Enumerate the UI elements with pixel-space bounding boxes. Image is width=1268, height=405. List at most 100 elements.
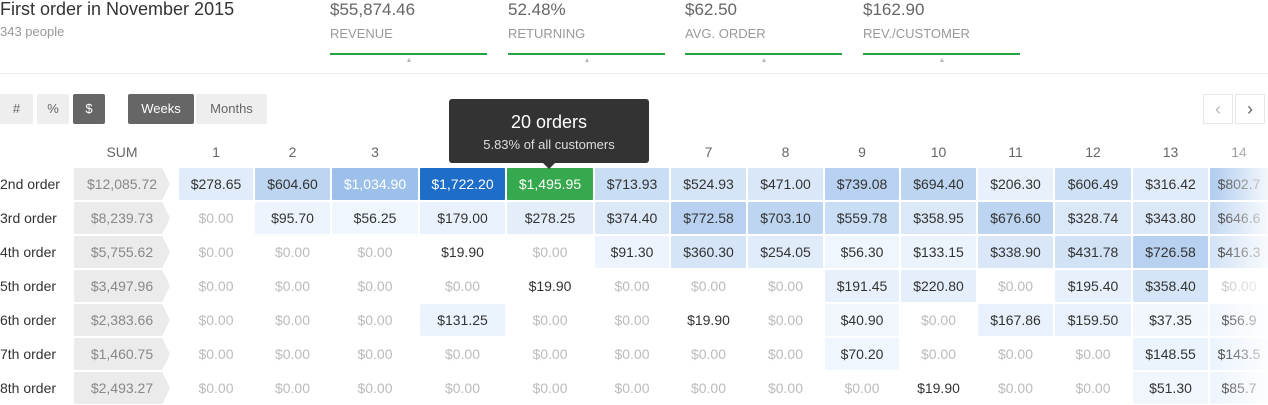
table-cell[interactable]: $1,034.90 [332,168,418,200]
table-cell[interactable]: $191.45 [825,270,899,302]
metric-revenue[interactable]: $55,874.46 REVENUE ▲ [330,0,487,64]
table-cell[interactable]: $772.58 [671,202,746,234]
table-cell[interactable]: $0.00 [255,304,330,336]
metric-returning[interactable]: 52.48% RETURNING ▲ [508,0,665,64]
table-cell[interactable]: $0.00 [507,236,593,268]
table-cell[interactable]: $0.00 [507,338,593,370]
table-cell[interactable]: $524.93 [671,168,746,200]
table-cell[interactable]: $0.00 [255,270,330,302]
table-cell[interactable]: $56.30 [825,236,899,268]
table-cell[interactable]: $0.00 [420,372,505,404]
table-cell[interactable]: $676.60 [978,202,1053,234]
percent-toggle-button[interactable]: % [37,94,69,124]
count-toggle-button[interactable]: # [0,94,33,124]
table-cell[interactable]: $431.78 [1055,236,1131,268]
table-cell[interactable]: $606.49 [1055,168,1131,200]
table-cell[interactable]: $0.00 [179,270,253,302]
table-cell[interactable]: $19.90 [507,270,593,302]
table-cell[interactable]: $416.3 [1210,236,1268,268]
table-cell[interactable]: $0.00 [978,338,1053,370]
table-cell[interactable]: $358.95 [901,202,976,234]
table-cell[interactable]: $95.70 [255,202,330,234]
months-toggle-button[interactable]: Months [196,94,267,124]
table-cell[interactable]: $0.00 [825,372,899,404]
table-cell[interactable]: $328.74 [1055,202,1131,234]
table-cell[interactable]: $0.00 [179,372,253,404]
table-cell[interactable]: $0.00 [671,338,746,370]
table-cell[interactable]: $0.00 [978,372,1053,404]
table-cell[interactable]: $0.00 [901,338,976,370]
table-cell[interactable]: $278.25 [507,202,593,234]
table-cell[interactable]: $131.25 [420,304,505,336]
table-cell[interactable]: $0.00 [595,304,669,336]
table-cell[interactable]: $0.00 [255,236,330,268]
metric-avg-order[interactable]: $62.50 AVG. ORDER ▲ [685,0,842,64]
table-cell[interactable]: $206.30 [978,168,1053,200]
prev-arrow-icon[interactable]: ‹ [1203,94,1233,124]
table-cell[interactable]: $0.00 [420,338,505,370]
next-arrow-icon[interactable]: › [1235,94,1265,124]
table-cell[interactable]: $713.93 [595,168,669,200]
table-cell[interactable]: $0.00 [179,202,253,234]
table-cell[interactable]: $85.7 [1210,372,1268,404]
table-cell[interactable]: $726.58 [1133,236,1208,268]
weeks-toggle-button[interactable]: Weeks [128,94,194,124]
table-cell[interactable]: $0.00 [748,304,823,336]
table-cell[interactable]: $604.60 [255,168,330,200]
table-cell[interactable]: $56.25 [332,202,418,234]
table-cell[interactable]: $802.7 [1210,168,1268,200]
table-cell[interactable]: $1,722.20 [420,168,505,200]
table-cell[interactable]: $70.20 [825,338,899,370]
table-cell[interactable]: $0.00 [748,372,823,404]
table-cell[interactable]: $374.40 [595,202,669,234]
table-cell[interactable]: $0.00 [595,372,669,404]
table-cell[interactable]: $195.40 [1055,270,1131,302]
metric-rev-per-customer[interactable]: $162.90 REV./CUSTOMER ▲ [863,0,1020,64]
table-cell[interactable]: $0.00 [978,270,1053,302]
table-cell[interactable]: $0.00 [255,338,330,370]
table-cell[interactable]: $694.40 [901,168,976,200]
table-cell[interactable]: $358.40 [1133,270,1208,302]
table-cell[interactable]: $133.15 [901,236,976,268]
table-cell[interactable]: $0.00 [179,338,253,370]
table-cell[interactable]: $0.00 [255,372,330,404]
table-cell[interactable]: $0.00 [332,372,418,404]
table-cell[interactable]: $559.78 [825,202,899,234]
table-cell[interactable]: $19.90 [901,372,976,404]
table-cell[interactable]: $0.00 [420,270,505,302]
table-cell[interactable]: $0.00 [507,372,593,404]
table-cell[interactable]: $143.5 [1210,338,1268,370]
table-cell[interactable]: $0.00 [507,304,593,336]
table-cell[interactable]: $0.00 [332,338,418,370]
dollar-toggle-button[interactable]: $ [73,94,105,124]
table-cell[interactable]: $0.00 [901,304,976,336]
table-cell[interactable]: $51.30 [1133,372,1208,404]
table-cell[interactable]: $254.05 [748,236,823,268]
table-cell[interactable]: $0.00 [748,270,823,302]
table-cell[interactable]: $0.00 [332,270,418,302]
table-cell[interactable]: $37.35 [1133,304,1208,336]
table-cell[interactable]: $40.90 [825,304,899,336]
table-cell[interactable]: $19.90 [671,304,746,336]
table-cell[interactable]: $338.90 [978,236,1053,268]
table-cell[interactable]: $739.08 [825,168,899,200]
table-cell[interactable]: $0.00 [1055,338,1131,370]
table-cell[interactable]: $0.00 [179,304,253,336]
table-cell[interactable]: $0.00 [332,236,418,268]
table-cell[interactable]: $220.80 [901,270,976,302]
table-cell[interactable]: $148.55 [1133,338,1208,370]
table-cell[interactable]: $1,495.95 [507,168,593,200]
table-cell[interactable]: $471.00 [748,168,823,200]
table-cell[interactable]: $0.00 [671,270,746,302]
table-cell[interactable]: $0.00 [748,338,823,370]
table-cell[interactable]: $19.90 [420,236,505,268]
table-cell[interactable]: $0.00 [179,236,253,268]
table-cell[interactable]: $0.00 [595,270,669,302]
table-cell[interactable]: $0.00 [1055,372,1131,404]
table-cell[interactable]: $0.00 [595,338,669,370]
table-cell[interactable]: $360.30 [671,236,746,268]
table-cell[interactable]: $0.00 [332,304,418,336]
table-cell[interactable]: $316.42 [1133,168,1208,200]
table-cell[interactable]: $278.65 [179,168,253,200]
table-cell[interactable]: $179.00 [420,202,505,234]
